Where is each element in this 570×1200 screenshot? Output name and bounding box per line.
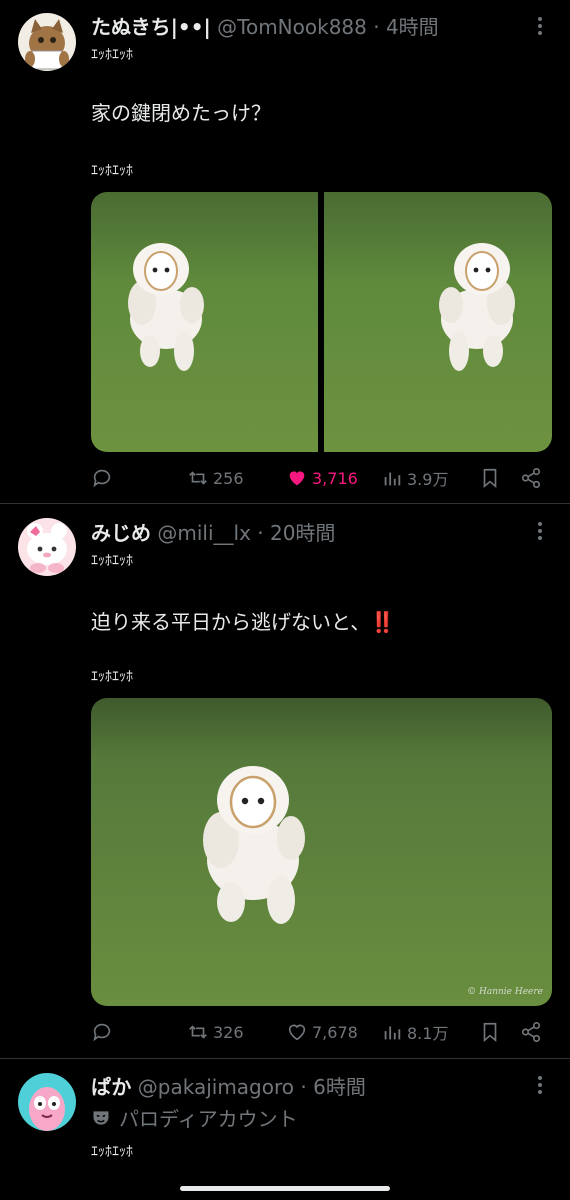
bookmark-icon: [483, 1022, 497, 1043]
tweet-1[interactable]: たぬきち|••| @TomNook888 · 4時間 ｴｯﾎｴｯﾎ 家の鍵閉めた…: [0, 0, 570, 503]
like-button[interactable]: 7,678: [286, 1017, 358, 1047]
like-count: 7,678: [312, 1022, 358, 1042]
views-icon: [384, 472, 401, 486]
share-icon: [521, 1022, 541, 1042]
avatar[interactable]: [18, 13, 76, 71]
tweet-subtitle: ｴｯﾎｴｯﾎ: [91, 47, 133, 63]
share-button[interactable]: [520, 1017, 542, 1047]
tweet-2[interactable]: みじめ @mili__lx · 20時間 ｴｯﾎｴｯﾎ 迫り来る平日から逃げない…: [0, 504, 570, 1057]
retweet-count: 326: [213, 1022, 244, 1042]
reply-button[interactable]: [91, 1017, 113, 1047]
tweet-text: 迫り来る平日から逃げないと、‼️: [91, 610, 396, 634]
views-count: 3.9万: [407, 470, 449, 489]
more-icon[interactable]: [528, 519, 552, 543]
tweet-3[interactable]: ぱか @pakajimagoro · 6時間 パロディアカウント ｴｯﾎｴｯﾎ: [0, 1059, 570, 1200]
views-button[interactable]: 3.9万: [381, 463, 448, 493]
views-icon: [384, 1026, 401, 1040]
views-button[interactable]: 8.1万: [381, 1017, 448, 1047]
reply-icon: [93, 469, 111, 488]
reply-icon: [93, 1023, 111, 1042]
mask-icon: [93, 1110, 109, 1125]
retweet-button[interactable]: 326: [187, 1017, 244, 1047]
retweet-button[interactable]: 256: [187, 463, 244, 493]
bookmark-button[interactable]: [479, 463, 501, 493]
reply-button[interactable]: [91, 463, 113, 493]
user-handle[interactable]: @mili__lx: [157, 521, 251, 545]
tweet-text: 家の鍵閉めたっけ？: [91, 101, 271, 125]
parody-label: パロディアカウント: [91, 1103, 298, 1132]
watermark: © Hannie Heere: [467, 987, 543, 997]
views-count: 8.1万: [407, 1024, 449, 1043]
bookmark-button[interactable]: [479, 1017, 501, 1047]
timestamp[interactable]: 6時間: [313, 1075, 366, 1099]
display-name[interactable]: みじめ: [91, 521, 151, 545]
display-name[interactable]: たぬきち|••|: [91, 15, 211, 39]
timestamp[interactable]: 4時間: [386, 15, 439, 39]
owl-image: © Hannie Heere: [91, 698, 552, 1006]
user-handle[interactable]: @TomNook888: [217, 15, 367, 39]
tweet-header: たぬきち|••| @TomNook888 · 4時間: [91, 11, 439, 40]
tweet-actions: 326 7,678 8.1万: [91, 1017, 552, 1047]
tweet-actions: 256 3,716 3.9万: [91, 463, 552, 493]
tweet-header: ぱか @pakajimagoro · 6時間: [91, 1071, 366, 1100]
more-icon[interactable]: [528, 14, 552, 38]
tweet-media[interactable]: [91, 192, 552, 452]
more-icon[interactable]: [528, 1073, 552, 1097]
like-count: 3,716: [312, 468, 358, 488]
parody-label-text: パロディアカウント: [119, 1107, 298, 1131]
heart-icon: [289, 471, 305, 486]
retweet-icon: [189, 1025, 207, 1039]
tweet-text-line-2: ｴｯﾎｴｯﾎ: [91, 163, 133, 179]
retweet-icon: [189, 471, 207, 485]
tweet-subtitle: ｴｯﾎｴｯﾎ: [91, 553, 133, 569]
display-name[interactable]: ぱか: [91, 1075, 131, 1099]
home-indicator[interactable]: [180, 1186, 390, 1191]
tweet-text-line-2: ｴｯﾎｴｯﾎ: [91, 669, 133, 685]
bookmark-icon: [483, 468, 497, 489]
tweet-header: みじめ @mili__lx · 20時間: [91, 517, 335, 546]
like-button[interactable]: 3,716: [286, 463, 358, 493]
avatar[interactable]: [18, 1073, 76, 1131]
separator: ·: [373, 15, 380, 39]
retweet-count: 256: [213, 468, 244, 488]
avatar[interactable]: [18, 518, 76, 576]
user-handle[interactable]: @pakajimagoro: [138, 1075, 294, 1099]
tweet-media[interactable]: © Hannie Heere: [91, 698, 552, 1006]
separator: ·: [257, 521, 264, 545]
share-button[interactable]: [520, 463, 542, 493]
separator: ·: [300, 1075, 307, 1099]
owl-image-pair: [91, 192, 552, 452]
tweet-subtitle: ｴｯﾎｴｯﾎ: [91, 1144, 133, 1160]
heart-icon: [288, 1024, 306, 1041]
timestamp[interactable]: 20時間: [270, 521, 335, 545]
share-icon: [521, 468, 541, 488]
